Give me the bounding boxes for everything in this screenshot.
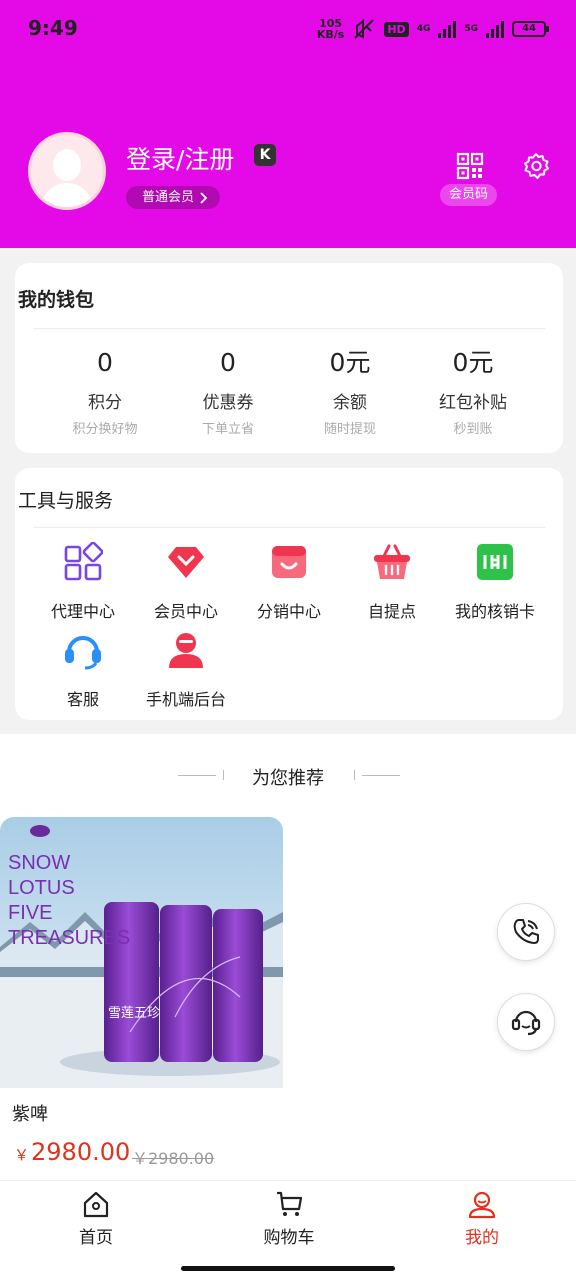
member-level-button[interactable]: 普通会员	[126, 186, 221, 209]
price-value: 2980.00	[31, 1138, 131, 1166]
battery-icon: 44	[512, 21, 549, 37]
status-time: 9:49	[28, 16, 78, 40]
product-image[interactable]: SNOW LOTUS FIVE TREASURES 雪莲五珍	[0, 817, 283, 1088]
tab-cart[interactable]: 购物车	[229, 1189, 349, 1248]
member-code-button[interactable]: 会员码	[440, 184, 498, 206]
network-type-5g: 5G	[464, 24, 478, 34]
tool-distribution-center[interactable]: 分销中心	[229, 542, 349, 622]
tool-label: 会员中心	[153, 602, 218, 621]
member-level-label: 普通会员	[142, 190, 195, 205]
wallet-balance[interactable]: 0元 余额 随时提现	[290, 346, 410, 437]
rec-divider-right	[362, 775, 400, 776]
signal-icon-2	[486, 20, 504, 38]
tab-cart-label: 购物车	[263, 1228, 315, 1248]
tab-profile-label: 我的	[465, 1228, 499, 1248]
product-price: ￥2980.00	[14, 1138, 130, 1166]
tools-title: 工具与服务	[18, 490, 114, 512]
tool-mobile-admin[interactable]: 手机端后台	[126, 630, 246, 710]
phone-icon	[513, 919, 539, 944]
tool-verification-card[interactable]: 我的核销卡	[435, 542, 555, 622]
tool-label: 我的核销卡	[454, 602, 535, 621]
tab-home-label: 首页	[79, 1228, 113, 1248]
signal-icon	[438, 20, 457, 38]
wallet-coupons-sub: 下单立省	[201, 422, 254, 437]
gear-icon[interactable]	[522, 152, 550, 180]
member-center-icon	[168, 547, 204, 578]
currency-symbol: ￥	[14, 1146, 30, 1164]
tool-pickup-point[interactable]: 自提点	[332, 542, 452, 622]
mute-vibrate-icon	[354, 18, 375, 39]
hd-icon: HD	[384, 21, 409, 37]
tool-label: 分销中心	[256, 602, 321, 621]
wallet-coupons-label: 优惠券	[202, 393, 254, 413]
avatar-body	[41, 183, 93, 207]
tool-label: 手机端后台	[145, 690, 226, 709]
cart-icon	[277, 1191, 303, 1216]
avatar-head	[53, 149, 81, 181]
k-badge-icon: K	[254, 144, 276, 166]
status-indicators: 105 KB/s HD 4G 5G 44	[316, 17, 549, 41]
tool-label: 客服	[66, 690, 99, 709]
tool-customer-service[interactable]: 客服	[23, 630, 143, 710]
original-price: ￥2980.00	[132, 1149, 215, 1168]
tool-agent-center[interactable]: 代理中心	[23, 541, 143, 622]
mobile-admin-icon	[169, 633, 203, 668]
login-register-link[interactable]: 登录/注册	[126, 140, 234, 176]
wallet-balance-label: 余额	[333, 393, 367, 413]
product-name[interactable]: 紫啤	[12, 1100, 48, 1126]
status-bar: 9:49 105 KB/s HD 4G 5G 44	[0, 0, 576, 56]
agent-center-icon	[64, 541, 104, 581]
product-image-text: SNOW LOTUS FIVE TREASURES	[8, 852, 131, 949]
wallet-coupons-value: 0	[220, 348, 236, 377]
wallet-title: 我的钱包	[18, 289, 95, 311]
tab-home[interactable]: 首页	[36, 1189, 156, 1248]
qr-code-icon[interactable]	[456, 152, 484, 180]
bottom-tab-bar: 首页 购物车 我的	[0, 1180, 576, 1280]
tool-label: 自提点	[367, 602, 416, 621]
network-type-4g: 4G	[416, 24, 431, 34]
can-label: 雪莲五珍	[108, 1006, 161, 1021]
distribution-center-icon	[272, 546, 306, 578]
wallet-divider	[33, 328, 545, 329]
tab-profile[interactable]: 我的	[422, 1189, 542, 1248]
rec-divider-tick-right	[354, 770, 355, 780]
recommend-title: 为您推荐	[252, 768, 324, 789]
chevron-right-icon	[200, 191, 208, 204]
pickup-basket-icon	[374, 544, 410, 579]
wallet-points-label: 积分	[88, 393, 122, 413]
tool-label: 代理中心	[50, 602, 115, 621]
wallet-red-packet[interactable]: 0元 红包补贴 秒到账	[413, 346, 533, 437]
headset-icon	[65, 636, 101, 670]
home-indicator	[181, 1266, 395, 1271]
wallet-red-packet-sub: 秒到账	[453, 422, 493, 437]
wallet-coupons[interactable]: 0 优惠券 下单立省	[168, 346, 288, 437]
avatar[interactable]	[28, 132, 106, 210]
network-speed: 105 KB/s	[316, 17, 345, 41]
phone-button[interactable]	[497, 903, 555, 961]
wallet-red-packet-value: 0元	[452, 348, 494, 377]
customer-service-button[interactable]	[497, 993, 555, 1051]
customer-service-icon	[511, 1010, 541, 1036]
profile-icon	[468, 1191, 496, 1219]
verification-card-icon	[477, 544, 513, 580]
wallet-points[interactable]: 0 积分 积分换好物	[45, 346, 165, 437]
tools-divider	[33, 527, 545, 528]
home-icon	[83, 1191, 109, 1218]
wallet-red-packet-label: 红包补贴	[439, 393, 507, 413]
wallet-balance-sub: 随时提现	[323, 422, 376, 437]
wallet-points-sub: 积分换好物	[72, 422, 138, 437]
wallet-balance-value: 0元	[329, 348, 371, 377]
wallet-points-value: 0	[97, 348, 113, 377]
tool-member-center[interactable]: 会员中心	[126, 542, 246, 622]
